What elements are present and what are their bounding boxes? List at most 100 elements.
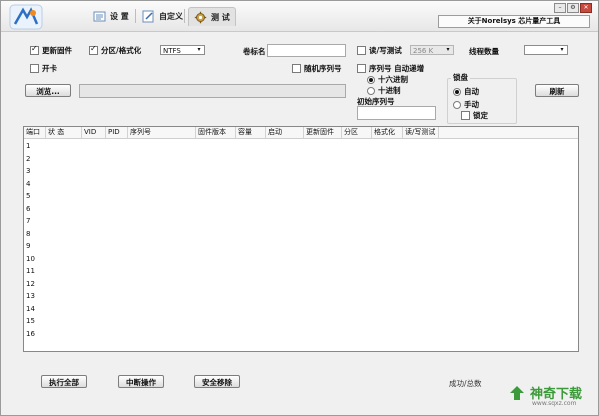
about-button[interactable]: 关于Norelsys 芯片量产工具 <box>438 15 590 28</box>
table-row[interactable]: 3 <box>26 165 30 178</box>
app-logo-icon <box>9 4 43 30</box>
chevron-down-icon: ▾ <box>446 46 450 53</box>
update-firmware-label: 更新固件 <box>42 46 72 55</box>
checkbox-box[interactable] <box>30 64 39 73</box>
lock-locked-checkbox[interactable]: 锁定 <box>461 110 488 121</box>
table-row[interactable]: 5 <box>26 190 30 203</box>
column-header[interactable]: 固件版本 <box>196 127 236 138</box>
window-controls: – ⚙ ✕ <box>554 3 592 13</box>
table-row[interactable]: 13 <box>26 290 35 303</box>
column-header[interactable]: 更新固件 <box>304 127 342 138</box>
column-header[interactable]: VID <box>82 127 106 138</box>
hex-radio[interactable]: 十六进制 <box>367 74 408 85</box>
radio-button[interactable] <box>453 100 461 109</box>
table-row[interactable]: 4 <box>26 178 30 191</box>
filesystem-value: NTFS <box>163 47 181 55</box>
table-row[interactable]: 10 <box>26 253 35 266</box>
table-row[interactable]: 6 <box>26 203 30 216</box>
lock-manual-label: 手动 <box>464 100 479 109</box>
radio-button[interactable] <box>367 75 375 84</box>
table-row[interactable]: 16 <box>26 328 35 341</box>
refresh-button[interactable]: 刷新 <box>535 84 579 97</box>
table-row[interactable]: 8 <box>26 228 30 241</box>
lock-auto-label: 自动 <box>464 87 479 96</box>
card-open-checkbox[interactable]: 开卡 <box>30 63 57 74</box>
tab-settings[interactable]: 设 置 <box>93 8 129 24</box>
serial-auto-inc-checkbox[interactable]: 序列号 自动递增 <box>357 63 424 74</box>
dec-label: 十进制 <box>378 86 401 95</box>
chevron-down-icon: ▾ <box>560 46 564 53</box>
customize-icon <box>142 10 154 22</box>
main-window: 设 置 自定义 测 试 – ⚙ ✕ 关于Norelsys 芯片量产工具 ✓更新固… <box>0 0 599 416</box>
lock-locked-label: 锁定 <box>473 111 488 120</box>
success-total-label: 成功/总数 <box>449 379 482 388</box>
table-row[interactable]: 11 <box>26 265 35 278</box>
rw-test-checkbox[interactable]: 读/写测试 <box>357 45 402 56</box>
column-header[interactable]: 端口 <box>24 127 46 138</box>
settings-small-icon[interactable]: ⚙ <box>567 3 579 13</box>
radio-button[interactable] <box>367 86 375 95</box>
gear-icon <box>194 11 207 23</box>
safe-remove-button[interactable]: 安全移除 <box>194 375 240 388</box>
tab-customize-label: 自定义 <box>159 11 183 21</box>
checkbox-box[interactable] <box>357 46 366 55</box>
run-all-button[interactable]: 执行全部 <box>41 375 87 388</box>
rw-test-label: 读/写测试 <box>369 46 402 55</box>
minimize-icon[interactable]: – <box>554 3 566 13</box>
table-row[interactable]: 1 <box>26 140 30 153</box>
update-firmware-checkbox[interactable]: 更新固件 <box>30 44 72 56</box>
tab-test[interactable]: 测 试 <box>188 7 236 26</box>
interrupt-button[interactable]: 中断操作 <box>118 375 164 388</box>
close-icon[interactable]: ✕ <box>580 3 592 13</box>
rw-size-select[interactable]: 256 K ▾ <box>410 45 454 55</box>
download-logo-icon <box>510 385 524 400</box>
partition-format-label: 分区/格式化 <box>101 46 142 55</box>
table-row[interactable]: 7 <box>26 215 30 228</box>
checkbox-box[interactable] <box>461 111 470 120</box>
table-header: 端口 状 态 VID PID 序列号 固件版本 容量 启动 更新固件 分区 格式… <box>24 127 578 139</box>
checkbox-box[interactable] <box>89 44 98 55</box>
thread-count-select[interactable]: ▾ <box>524 45 568 55</box>
column-header[interactable]: 读/写测试 <box>403 127 439 138</box>
table-row[interactable]: 15 <box>26 315 35 328</box>
chevron-down-icon: ▾ <box>197 46 201 53</box>
checkbox-box[interactable] <box>292 64 301 73</box>
tab-divider <box>135 9 136 23</box>
serial-auto-inc-label: 序列号 自动递增 <box>369 64 425 73</box>
browse-button[interactable]: 浏览... <box>25 84 71 97</box>
lock-manual-radio[interactable]: 手动 <box>453 99 479 110</box>
initial-serial-input[interactable] <box>357 106 436 120</box>
watermark-url: www.sqxz.com <box>532 400 577 407</box>
table-row[interactable]: 14 <box>26 303 35 316</box>
dec-radio[interactable]: 十进制 <box>367 85 401 96</box>
tab-test-label: 测 试 <box>211 12 230 22</box>
volume-label-input[interactable] <box>267 44 346 57</box>
filesystem-select[interactable]: NTFS ▾ <box>160 45 205 55</box>
random-serial-checkbox[interactable]: 随机序列号 <box>292 63 342 74</box>
hex-label: 十六进制 <box>378 75 408 84</box>
device-table[interactable]: 端口 状 态 VID PID 序列号 固件版本 容量 启动 更新固件 分区 格式… <box>23 126 579 352</box>
lock-auto-radio[interactable]: 自动 <box>453 86 479 97</box>
column-header[interactable]: 分区 <box>342 127 372 138</box>
title-bar: 设 置 自定义 测 试 – ⚙ ✕ 关于Norelsys 芯片量产工具 <box>1 1 598 32</box>
checkbox-box[interactable] <box>30 44 39 55</box>
tab-settings-label: 设 置 <box>110 11 129 21</box>
tab-divider <box>184 9 185 23</box>
table-row[interactable]: 12 <box>26 278 35 291</box>
table-row[interactable]: 2 <box>26 153 30 166</box>
column-header[interactable]: 格式化 <box>372 127 403 138</box>
table-row[interactable]: 9 <box>26 240 30 253</box>
column-header[interactable]: 序列号 <box>128 127 196 138</box>
column-header[interactable]: 容量 <box>236 127 266 138</box>
column-header[interactable]: 状 态 <box>46 127 82 138</box>
column-header[interactable]: PID <box>106 127 128 138</box>
partition-format-checkbox[interactable]: 分区/格式化 <box>89 44 142 56</box>
settings-icon <box>93 11 106 21</box>
tab-customize[interactable]: 自定义 <box>142 8 183 24</box>
rw-size-value: 256 K <box>413 47 434 55</box>
path-field[interactable] <box>79 84 346 98</box>
thread-count-label: 线程数量 <box>469 47 499 56</box>
column-header[interactable]: 启动 <box>266 127 304 138</box>
checkbox-box[interactable] <box>357 64 366 73</box>
radio-button[interactable] <box>453 87 461 96</box>
